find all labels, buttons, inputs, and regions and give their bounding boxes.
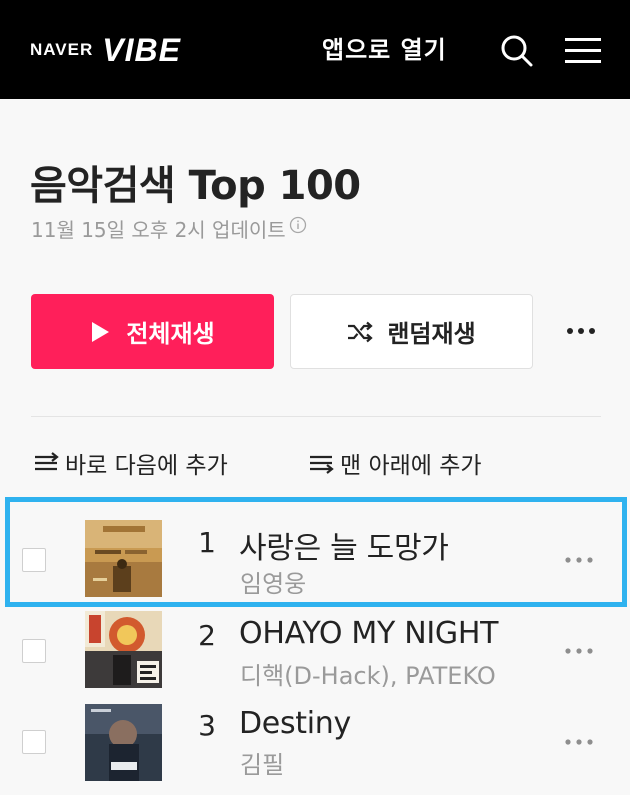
vibe-logo[interactable]: NAVER VIBE	[30, 30, 181, 70]
divider	[31, 416, 601, 417]
update-time: 11월 15일 오후 2시 업데이트	[31, 214, 307, 243]
add-next-icon	[35, 452, 59, 471]
page-title: 음악검색 Top 100	[30, 163, 361, 209]
track-rank: 3	[198, 709, 216, 742]
track-artist[interactable]: 임영웅	[240, 564, 306, 599]
search-icon[interactable]	[499, 33, 535, 69]
add-bottom-icon	[310, 455, 334, 474]
menu-icon[interactable]	[565, 37, 601, 65]
play-all-button[interactable]: 전체재생	[31, 294, 274, 369]
shuffle-play-button[interactable]: 랜덤재생	[290, 294, 533, 369]
add-next-button[interactable]: 바로 다음에 추가	[33, 445, 228, 481]
more-options-icon[interactable]	[562, 316, 602, 346]
shuffle-play-label: 랜덤재생	[387, 320, 476, 348]
track-rank: 2	[198, 619, 216, 652]
track-checkbox[interactable]	[22, 730, 46, 754]
update-time-text: 11월 15일 오후 2시 업데이트	[31, 218, 286, 242]
track-artist[interactable]: 디핵(D-Hack), PATEKO	[240, 656, 496, 691]
track-more-icon[interactable]	[562, 550, 598, 570]
play-icon	[92, 321, 110, 342]
logo-vibe-text: VIBE	[102, 31, 181, 68]
add-next-label: 바로 다음에 추가	[65, 453, 228, 479]
track-more-icon[interactable]	[562, 732, 598, 752]
track-title[interactable]: Destiny	[239, 706, 351, 741]
track-artist[interactable]: 김필	[240, 745, 284, 780]
album-art[interactable]	[85, 520, 162, 597]
info-icon[interactable]	[289, 216, 307, 234]
shuffle-icon	[348, 321, 373, 342]
track-rank: 1	[198, 526, 216, 559]
track-row[interactable]: 2 OHAYO MY NIGHT 디핵(D-Hack), PATEKO	[0, 605, 630, 697]
track-row[interactable]: 3 Destiny 김필	[0, 697, 630, 789]
add-bottom-button[interactable]: 맨 아래에 추가	[308, 445, 482, 481]
album-art[interactable]	[85, 611, 162, 688]
track-title[interactable]: OHAYO MY NIGHT	[239, 616, 498, 651]
track-checkbox[interactable]	[22, 639, 46, 663]
logo-naver-text: NAVER	[30, 40, 94, 59]
album-art[interactable]	[85, 704, 162, 781]
top-bar: NAVER VIBE 앱으로 열기	[0, 0, 630, 99]
open-app-link[interactable]: 앱으로 열기	[322, 30, 447, 70]
track-row[interactable]: 1 사랑은 늘 도망가 임영웅	[0, 515, 630, 607]
track-checkbox[interactable]	[22, 548, 46, 572]
add-bottom-label: 맨 아래에 추가	[340, 453, 482, 479]
play-all-label: 전체재생	[126, 320, 215, 348]
track-title[interactable]: 사랑은 늘 도망가	[239, 523, 449, 567]
track-more-icon[interactable]	[562, 641, 598, 661]
